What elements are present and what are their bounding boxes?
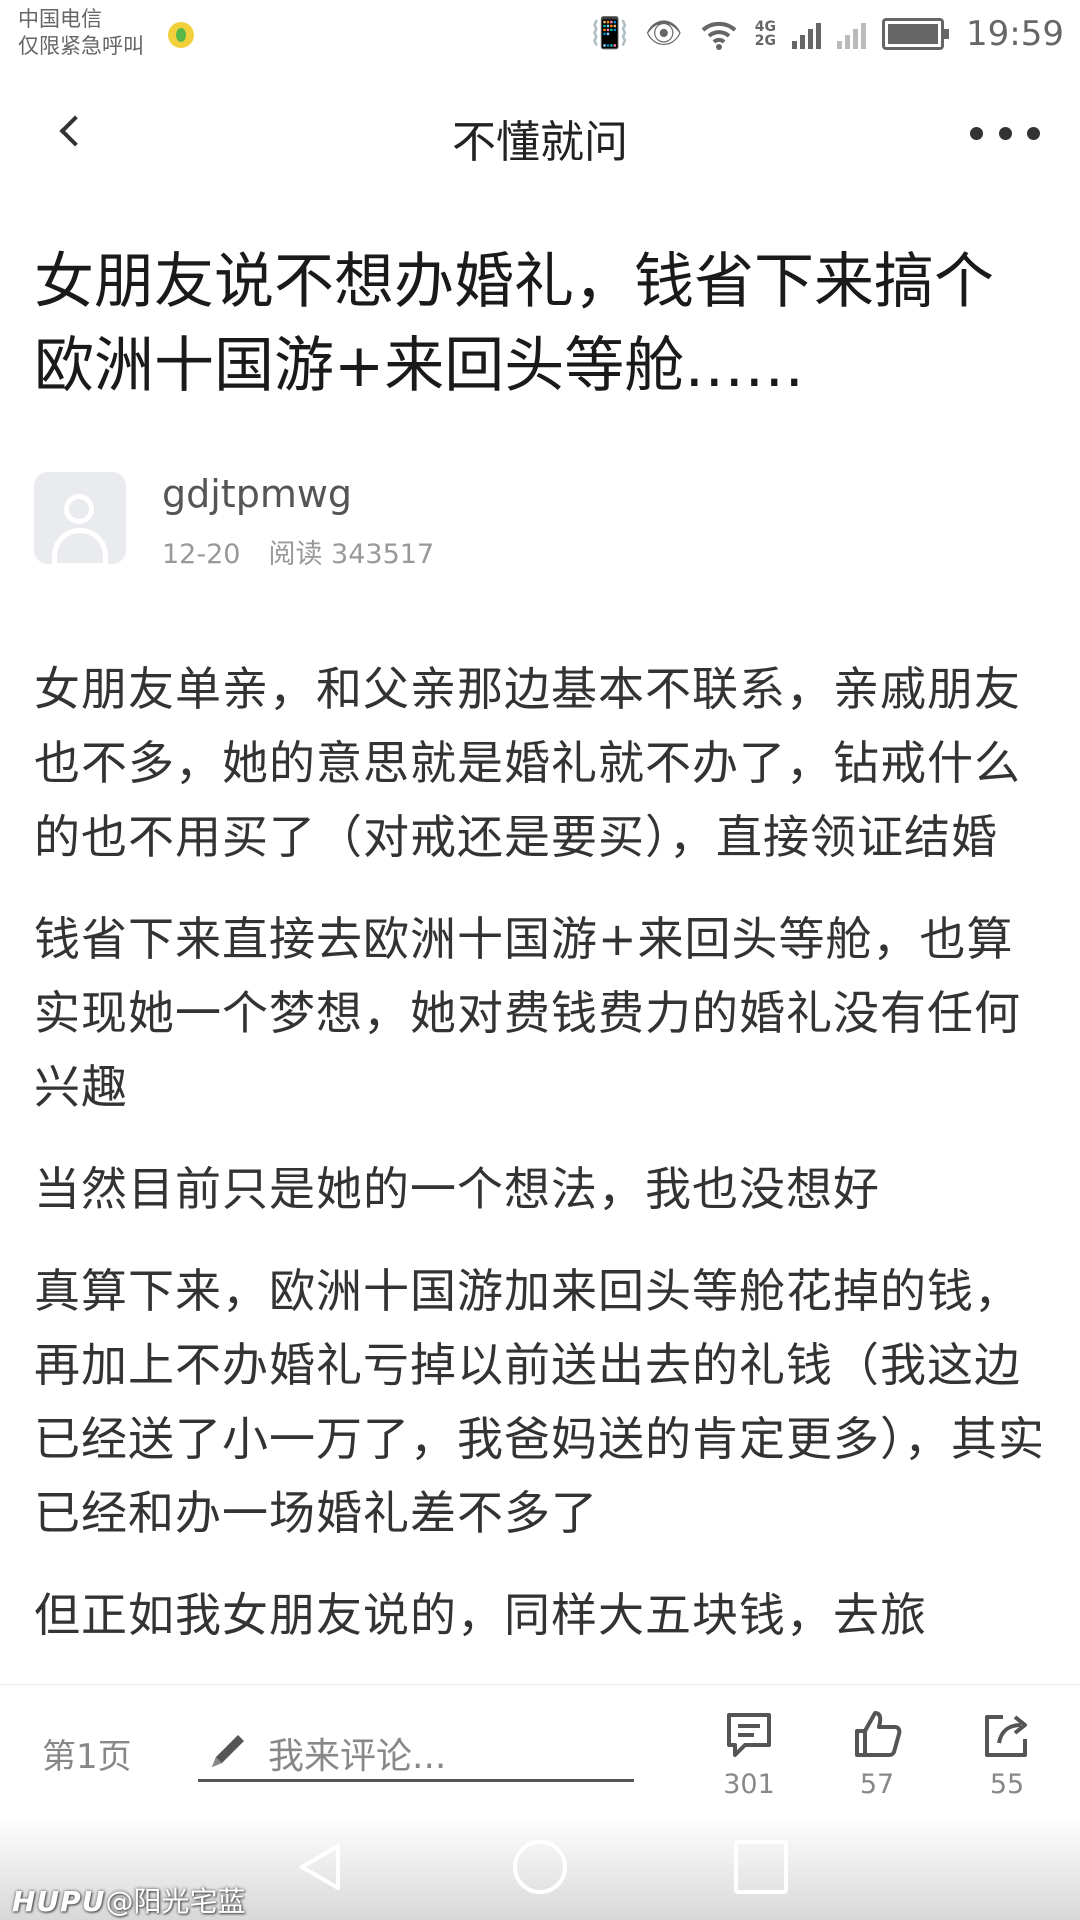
avatar[interactable] bbox=[34, 472, 126, 564]
app-notification-icon bbox=[168, 22, 194, 48]
signal-sim2-icon bbox=[837, 19, 867, 49]
clock: 19:59 bbox=[966, 14, 1064, 54]
wifi-icon bbox=[701, 21, 737, 50]
recents-nav-icon[interactable] bbox=[734, 1840, 788, 1894]
comment-icon bbox=[727, 1713, 771, 1757]
carrier-status: 仅限紧急呼叫 bbox=[18, 34, 144, 58]
watermark-user: @阳光宅蓝 bbox=[105, 1885, 246, 1918]
watermark-brand: HUPU bbox=[12, 1885, 106, 1918]
post-date: 12-20 bbox=[162, 539, 241, 570]
status-icons: 📳 👁 4G 2G 19:59 bbox=[591, 12, 1064, 56]
battery-icon bbox=[882, 18, 950, 50]
watermark: HUPU@阳光宅蓝 bbox=[12, 1880, 245, 1920]
more-options-icon[interactable] bbox=[970, 118, 1040, 148]
paragraph: 女朋友单亲，和父亲那边基本不联系，亲戚朋友也不多，她的意思就是婚礼就不办了，钻戒… bbox=[34, 662, 1021, 864]
paragraph: 真算下来，欧洲十国游加来回头等舱花掉的钱，再加上不办婚礼亏掉以前送出去的礼钱（我… bbox=[34, 1264, 1045, 1540]
comments-button[interactable]: 301 bbox=[704, 1707, 794, 1800]
share-button[interactable]: 55 bbox=[962, 1707, 1052, 1800]
signal-icon bbox=[792, 19, 822, 49]
post-meta: 12-20 阅读 343517 bbox=[162, 532, 434, 571]
post-body: 女朋友单亲，和父亲那边基本不联系，亲戚朋友也不多，她的意思就是婚礼就不办了，钻戒… bbox=[34, 652, 1048, 1680]
paragraph: 但正如我女朋友说的，同样大五块钱，去旅 bbox=[34, 1588, 927, 1642]
read-count: 阅读 343517 bbox=[268, 539, 435, 570]
net-4g-label: 4G bbox=[754, 19, 777, 35]
home-nav-icon[interactable] bbox=[513, 1840, 567, 1894]
comments-count: 301 bbox=[723, 1769, 775, 1800]
vibrate-icon: 📳 bbox=[591, 16, 629, 51]
paragraph: 当然目前只是她的一个想法，我也没想好 bbox=[34, 1162, 880, 1216]
carrier-name: 中国电信 bbox=[18, 7, 102, 31]
nav-bar: 不懂就问 bbox=[0, 68, 1080, 198]
carrier-info: 中国电信 仅限紧急呼叫 bbox=[18, 6, 144, 60]
pencil-icon bbox=[212, 1735, 244, 1767]
comment-placeholder: 我来评论... bbox=[268, 1736, 447, 1777]
paragraph: 钱省下来直接去欧洲十国游+来回头等舱，也算实现她一个梦想，她对费钱费力的婚礼没有… bbox=[34, 912, 1021, 1114]
back-nav-icon[interactable] bbox=[294, 1840, 348, 1894]
network-type-icon: 4G 2G bbox=[755, 20, 776, 48]
like-button[interactable]: 57 bbox=[832, 1707, 922, 1800]
shares-count: 55 bbox=[989, 1769, 1025, 1800]
post-title: 女朋友说不想办婚礼，钱省下来搞个欧洲十国游+来回头等舱…… bbox=[34, 247, 994, 401]
likes-count: 57 bbox=[859, 1769, 895, 1800]
nav-title: 不懂就问 bbox=[452, 117, 628, 168]
share-icon bbox=[985, 1715, 1027, 1757]
thumbs-up-icon bbox=[855, 1711, 902, 1757]
author-name[interactable]: gdjtpmwg bbox=[162, 472, 352, 516]
net-2g-label: 2G bbox=[754, 33, 777, 49]
eye-comfort-icon: 👁 bbox=[644, 16, 683, 51]
page-indicator[interactable]: 第1页 bbox=[42, 1729, 132, 1778]
comment-input[interactable]: 我来评论... bbox=[198, 1721, 634, 1782]
status-bar: 中国电信 仅限紧急呼叫 📳 👁 4G 2G 19:59 bbox=[0, 0, 1080, 68]
action-bar: 第1页 我来评论... 301 57 55 bbox=[0, 1684, 1080, 1817]
